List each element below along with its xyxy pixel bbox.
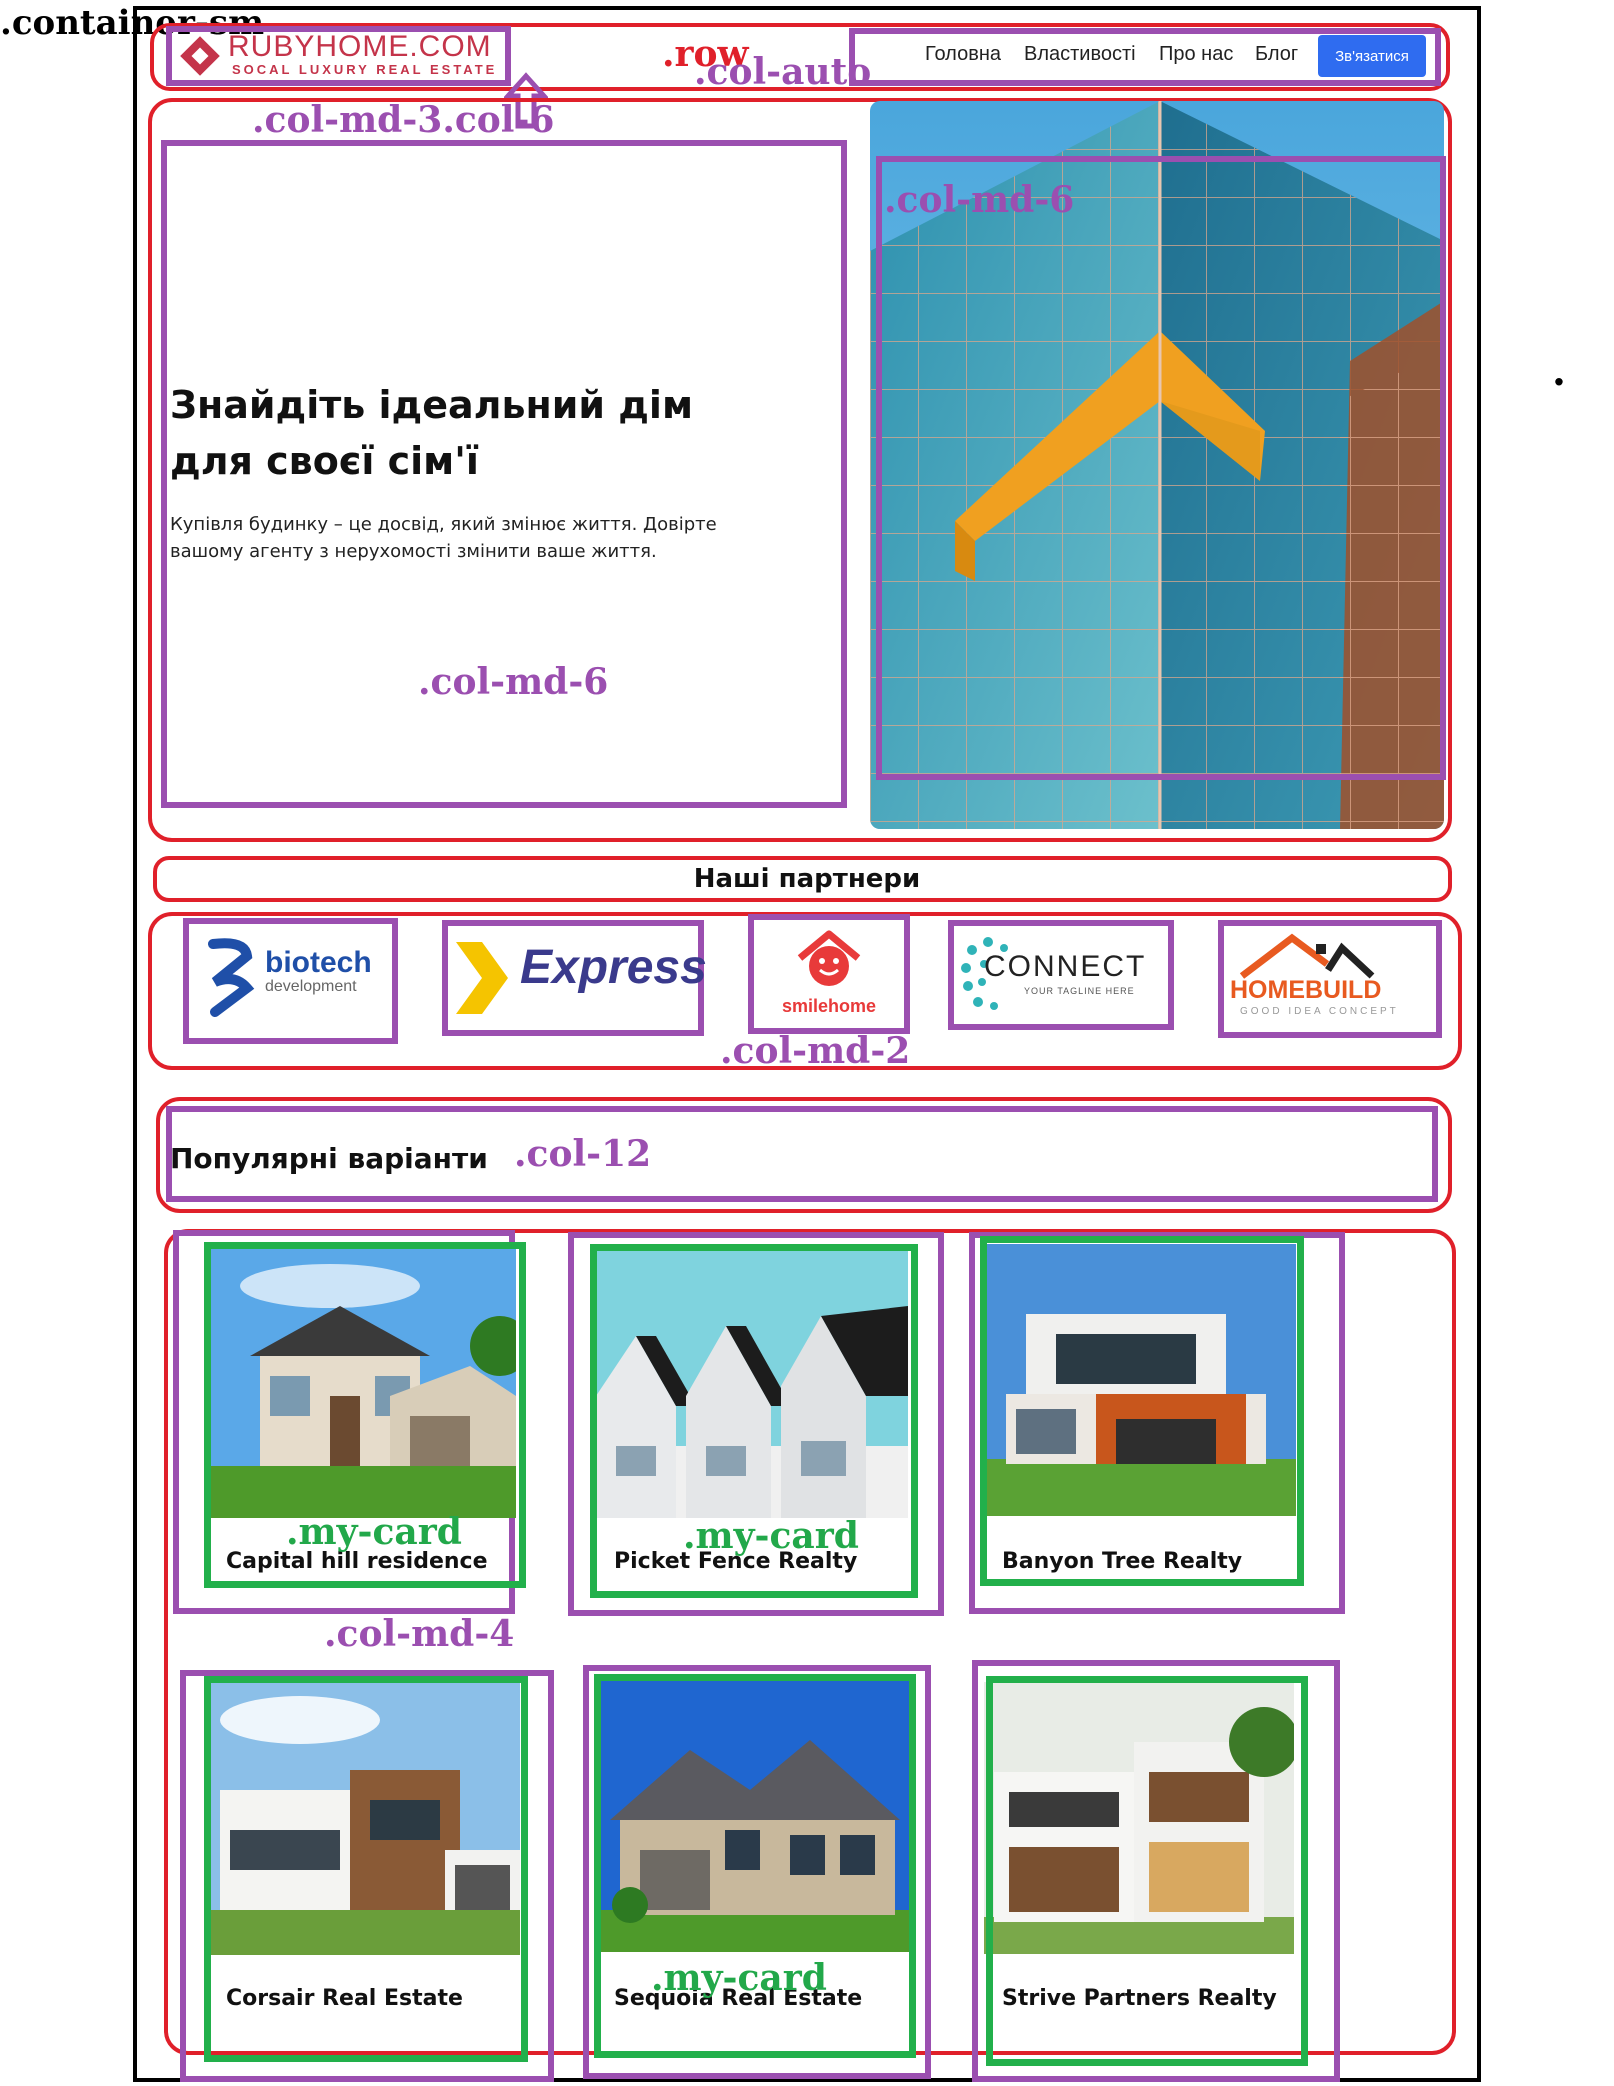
contact-button-label: Зв'язатися [1335, 47, 1409, 65]
smile-house-icon [797, 930, 861, 986]
hero-title-line2: для своєї сім'ї [170, 439, 479, 483]
partner-logo-homebuild[interactable]: HOMEBUILD GOOD IDEA CONCEPT [1218, 920, 1442, 1038]
nav-link-home[interactable]: Головна [925, 43, 1001, 66]
col-md2-label: .col-md-2 [720, 1030, 911, 1072]
card-title-3[interactable]: Banyon Tree Realty [1002, 1549, 1242, 1574]
partner-logo-smilehome[interactable]: smilehome [748, 914, 910, 1034]
col-md6-left-label: .col-md-6 [418, 661, 609, 703]
diamond-logo-icon [180, 36, 220, 76]
partner-logo-connect[interactable]: CONNECT YOUR TAGLINE HERE [948, 920, 1174, 1030]
hero-text-line1: Купівля будинку – це досвід, який змінює… [170, 514, 717, 535]
card-3[interactable] [980, 1236, 1304, 1586]
nav-link-blog[interactable]: Блог [1255, 43, 1298, 66]
popular-heading: Популярні варіанти [170, 1142, 488, 1175]
col-md4-label: .col-md-4 [324, 1613, 515, 1655]
express-chevron-icon [456, 942, 508, 1014]
hero-description: Купівля будинку – це досвід, який змінює… [170, 511, 717, 565]
contact-button[interactable]: Зв'язатися [1318, 35, 1426, 77]
brand-logo[interactable]: RUBYHOME.COM SOCAL LUXURY REAL ESTATE [176, 30, 506, 82]
col12-label: .col-12 [514, 1133, 652, 1175]
card-title-6[interactable]: Strive Partners Realty [1002, 1986, 1277, 2011]
nav-link-properties[interactable]: Властивості [1024, 43, 1136, 66]
connect-sub: YOUR TAGLINE HERE [1024, 986, 1135, 996]
hero-title: Знайдіть ідеальний дім для своєї сім'ї [170, 377, 693, 489]
homebuild-name: HOMEBUILD [1230, 976, 1382, 1004]
partners-heading: Наші партнери [693, 864, 921, 894]
brand-name: RUBYHOME.COM [228, 30, 492, 63]
hero-title-line1: Знайдіть ідеальний дім [170, 383, 694, 427]
biotech-name: biotech [265, 946, 372, 979]
my-card-label-5: .my-card [651, 1957, 827, 1999]
card-title-4[interactable]: Corsair Real Estate [226, 1986, 463, 2011]
nav-link-about[interactable]: Про нас [1159, 43, 1233, 66]
express-name: Express [520, 941, 707, 994]
homebuild-sub: GOOD IDEA CONCEPT [1240, 1006, 1399, 1017]
brand-tagline: SOCAL LUXURY REAL ESTATE [232, 62, 498, 77]
smilehome-name: smilehome [781, 996, 877, 1016]
biotech-icon [208, 938, 255, 1017]
stray-dot: . [1552, 348, 1566, 395]
my-card-label-2: .my-card [683, 1515, 859, 1557]
partner-logo-biotech[interactable]: biotech development [183, 918, 398, 1044]
connect-name: CONNECT [984, 950, 1147, 983]
col-auto-label: .col-auto [694, 51, 872, 93]
homebuild-roof-icon [1239, 933, 1375, 979]
partner-logo-express[interactable]: Express [442, 920, 707, 1036]
my-card-label-1: .my-card [286, 1511, 462, 1553]
col-md6-right-label: .col-md-6 [884, 179, 1075, 221]
hero-image-column [876, 156, 1446, 780]
hero-text-line2: вашому агенту з нерухомості змінити ваше… [170, 541, 657, 562]
biotech-sub: development [265, 978, 357, 995]
